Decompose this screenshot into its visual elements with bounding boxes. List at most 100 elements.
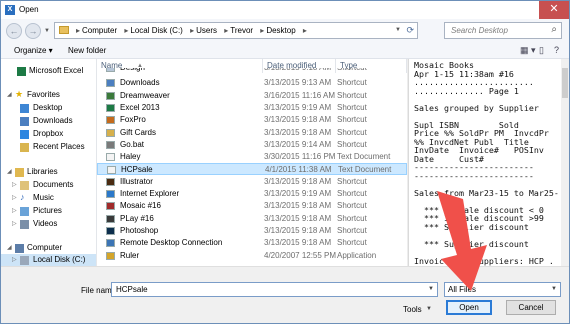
file-name: Mosaic #16	[120, 201, 161, 211]
file-row[interactable]: Dreamweaver 3/16/2015 11:16 AM Shortcut	[97, 90, 407, 102]
recent-locations-dropdown[interactable]: ▼	[44, 28, 50, 34]
file-date: 3/13/2015 9:18 AM	[264, 238, 332, 248]
dialog-footer: File name: HCPsale ▼ All Files ▼ Tools ▼…	[1, 266, 569, 323]
search-icon: ⌕	[551, 24, 557, 35]
open-button[interactable]: Open	[446, 300, 492, 315]
preview-line: .............. Page 1	[414, 85, 519, 96]
nav-item-computer[interactable]: ◢ Computer	[1, 242, 96, 254]
file-date: 4/20/2007 12:55 PM	[264, 250, 337, 260]
excel-icon	[106, 103, 115, 112]
file-row[interactable]: Illustrator 3/13/2015 9:18 AM Shortcut	[97, 176, 407, 188]
preview-scrollbar[interactable]	[561, 59, 569, 266]
file-name: Internet Explorer	[120, 189, 180, 198]
file-name: Remote Desktop Connection	[120, 238, 223, 248]
file-date: 3/13/2015 9:18 AM	[264, 225, 332, 235]
preview-line: Sales from Mar23-15 to Mar25-	[414, 187, 559, 198]
close-button[interactable]: ✕	[539, 1, 569, 19]
file-date: 3/13/2015 9:18 AM	[264, 176, 332, 186]
file-type: Text Document	[338, 165, 392, 175]
nav-item-libraries[interactable]: ◢ Libraries	[1, 166, 96, 178]
nav-item-dropbox[interactable]: Dropbox	[1, 128, 96, 140]
breadcrumb-trevor[interactable]: Trevor	[230, 26, 253, 35]
file-row[interactable]: Mosaic #16 3/13/2015 9:18 AM Shortcut	[97, 200, 407, 212]
file-date: 3/13/2015 9:18 AM	[264, 115, 332, 125]
nav-item-desktop[interactable]: Desktop	[1, 102, 96, 114]
file-date: 3/13/2015 9:18 AM	[264, 201, 332, 211]
window-title: Open	[19, 5, 39, 14]
file-date: 3/16/2015 11:16 AM	[264, 90, 336, 100]
back-button[interactable]: ←	[6, 23, 22, 39]
file-type: Shortcut	[337, 176, 367, 186]
breadcrumb-computer[interactable]: Computer	[82, 26, 117, 35]
file-row[interactable]: Excel 2013 3/13/2015 9:19 AM Shortcut	[97, 102, 407, 114]
nav-item-videos[interactable]: ▷ Videos	[1, 218, 96, 230]
batch-file-icon	[106, 140, 115, 149]
file-name: Haley	[120, 152, 141, 162]
file-row[interactable]: Gift Cards 3/13/2015 9:18 AM Shortcut	[97, 127, 407, 139]
file-name: Gift Cards	[120, 127, 157, 137]
file-type: Application	[337, 250, 377, 260]
file-row[interactable]: HCPsale 4/1/2015 11:38 AM Text Document	[97, 163, 407, 176]
excel-icon	[17, 67, 26, 76]
filename-input[interactable]: HCPsale ▼	[111, 282, 438, 297]
breadcrumb-desktop[interactable]: Desktop	[266, 26, 295, 35]
file-name: Downloads	[120, 78, 160, 88]
nav-item-pictures[interactable]: ▷ Pictures	[1, 205, 96, 217]
organize-menu[interactable]: Organize ▾	[14, 46, 53, 55]
file-row[interactable]: Ruler 4/20/2007 12:55 PM Application	[97, 250, 407, 262]
file-name: Go.bat	[120, 139, 145, 149]
file-type: Shortcut	[337, 225, 367, 235]
open-dialog-icon: X	[5, 5, 15, 15]
view-options-icon[interactable]: ▦ ▾	[520, 45, 536, 56]
breadcrumb: ▸ Computer ▸ Local Disk (C:) ▸ Users ▸ Trevo…	[76, 26, 307, 35]
file-type-filter[interactable]: All Files ▼	[444, 282, 561, 297]
chevron-down-icon: ▼	[551, 286, 557, 292]
file-date: 3/30/2015 11:16 PM	[264, 152, 336, 162]
file-type: Shortcut	[337, 127, 367, 137]
cancel-button[interactable]: Cancel	[506, 300, 556, 315]
file-type: Shortcut	[337, 90, 367, 100]
preview-line: ------------------------	[414, 170, 534, 181]
nav-item-music[interactable]: ▷ ♪ Music	[1, 192, 96, 204]
music-icon: ♪	[20, 192, 25, 202]
tools-menu[interactable]: Tools	[403, 305, 422, 314]
file-row[interactable]: PLay #16 3/13/2015 9:18 AM Shortcut	[97, 213, 407, 225]
filename-dropdown-icon[interactable]: ▼	[428, 286, 434, 292]
nav-item-downloads[interactable]: Downloads	[1, 115, 96, 127]
nav-item-local-disk[interactable]: ▷ Local Disk (C:)	[1, 254, 96, 266]
dreamweaver-icon	[106, 91, 115, 100]
breadcrumb-local-disk[interactable]: Local Disk (C:)	[130, 26, 182, 35]
file-name: FoxPro	[120, 115, 146, 125]
file-date: 3/13/2015 9:13 AM	[264, 78, 332, 88]
play-icon	[106, 214, 115, 223]
downloads-icon	[20, 117, 29, 126]
library-icon	[15, 168, 24, 177]
nav-item-documents[interactable]: ▷ Documents	[1, 179, 96, 191]
file-row[interactable]: Photoshop 3/13/2015 9:18 AM Shortcut	[97, 225, 407, 237]
file-row[interactable]: Go.bat 3/13/2015 9:14 AM Shortcut	[97, 139, 407, 151]
nav-item-recent-places[interactable]: Recent Places	[1, 141, 96, 153]
nav-item-microsoft-excel[interactable]: Microsoft Excel	[1, 65, 96, 77]
search-input[interactable]: Search Desktop ⌕	[444, 22, 562, 39]
open-dialog: X Open ✕ ← → ▼ ▸ Computer ▸ Local Disk (C:…	[0, 0, 570, 324]
file-name: Photoshop	[120, 225, 159, 235]
file-row[interactable]: Internet Explorer 3/13/2015 9:19 AM Shortc…	[97, 188, 407, 200]
nav-item-favorites[interactable]: ◢ ★ Favorites	[1, 89, 96, 101]
address-dropdown[interactable]: ▼	[395, 27, 401, 33]
refresh-icon[interactable]: ⟳	[406, 25, 414, 36]
file-row[interactable]: Haley 3/30/2015 11:16 PM Text Document	[97, 151, 407, 163]
forward-button[interactable]: →	[25, 23, 41, 39]
remote-desktop-icon	[106, 239, 115, 248]
help-icon[interactable]: ?	[554, 45, 559, 55]
new-folder-button[interactable]: New folder	[68, 46, 106, 55]
tools-dropdown-icon: ▼	[426, 306, 432, 312]
breadcrumb-users[interactable]: Users	[196, 26, 217, 35]
preview-pane-icon[interactable]: ▯	[539, 45, 544, 56]
preview-scroll-thumb[interactable]	[562, 68, 568, 98]
file-row[interactable]: FoxPro 3/13/2015 9:18 AM Shortcut	[97, 114, 407, 126]
address-bar[interactable]: ▸ Computer ▸ Local Disk (C:) ▸ Users ▸ Trevo…	[54, 22, 418, 39]
preview-line: *** Supplier discount	[414, 238, 529, 249]
illustrator-icon	[106, 177, 115, 186]
file-row[interactable]: Remote Desktop Connection 3/13/2015 9:18 …	[97, 237, 407, 249]
file-row[interactable]: Downloads 3/13/2015 9:13 AM Shortcut	[97, 77, 407, 89]
